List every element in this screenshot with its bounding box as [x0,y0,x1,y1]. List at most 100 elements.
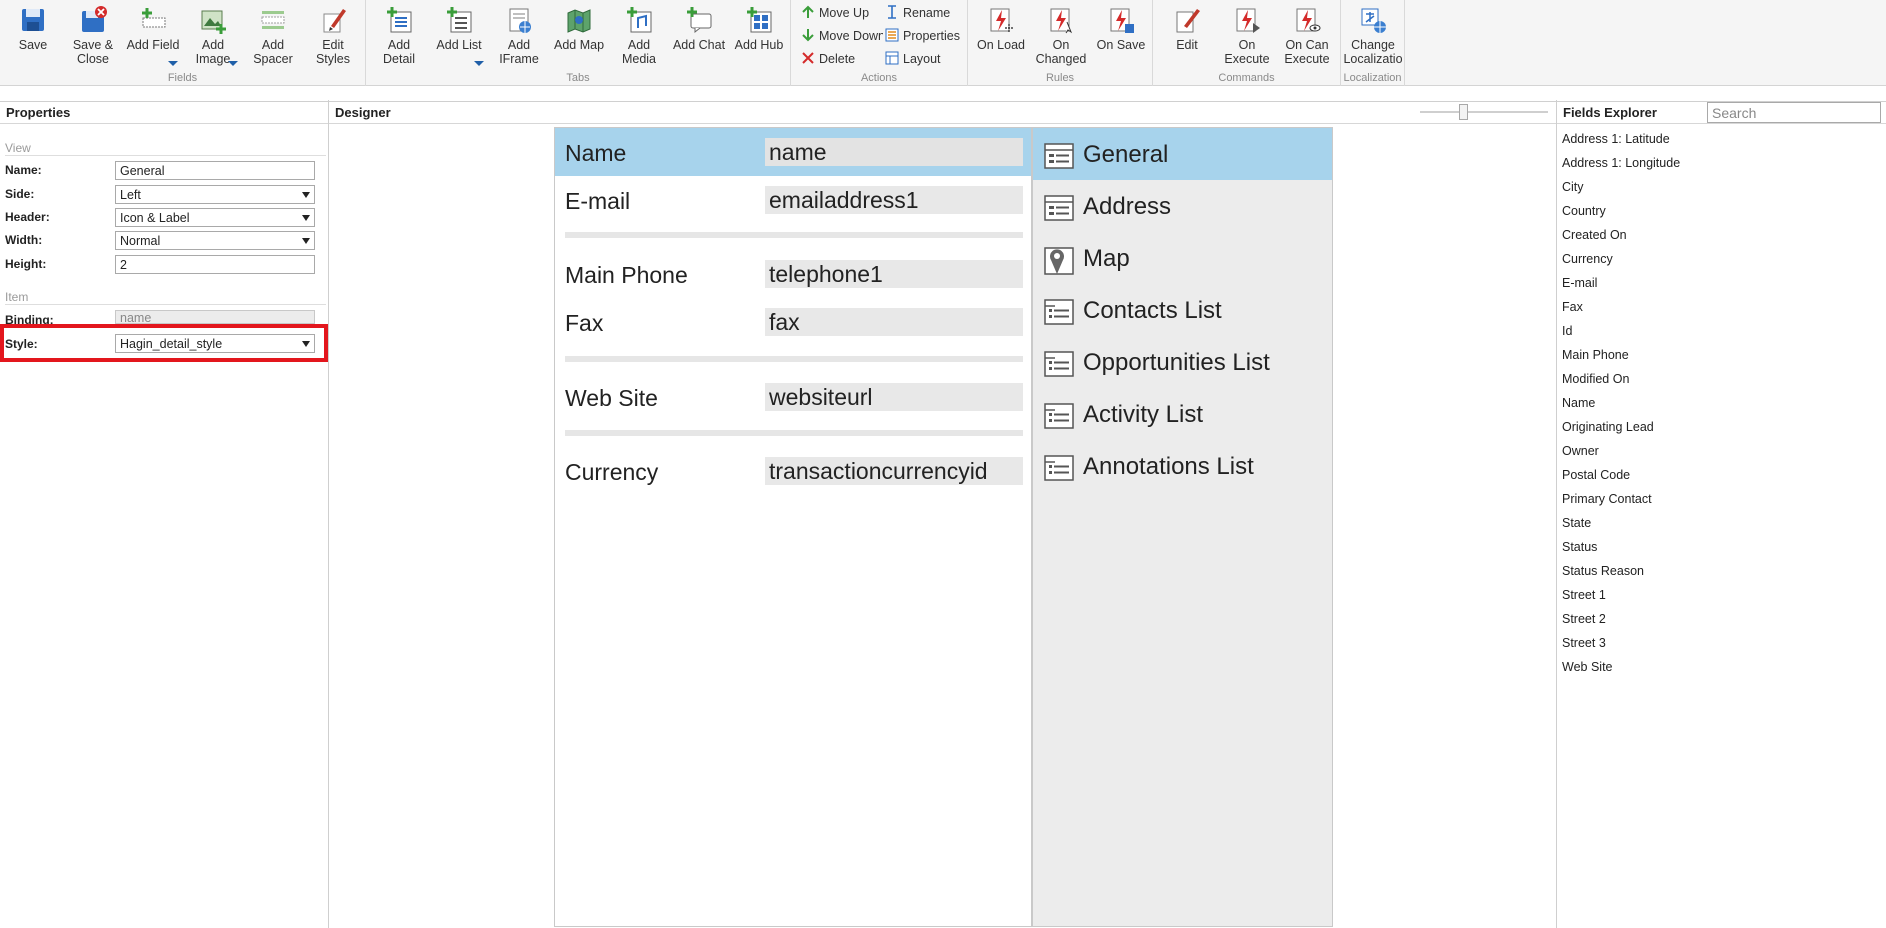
ribbon-toolbar: Save Save & Close Add Field Add Image Ad… [0,0,1886,86]
spacer-separator[interactable] [565,430,1023,436]
field-binding-value: telephone1 [765,260,1023,288]
field-list-item[interactable]: Postal Code [1562,468,1630,482]
binding-input: name [115,310,315,324]
tab-address[interactable]: Address [1033,180,1332,232]
field-list-item[interactable]: E-mail [1562,276,1597,290]
add-field-button[interactable]: Add Field [123,4,183,52]
on-changed-button[interactable]: On Changed [1031,4,1091,66]
move-up-button[interactable]: Move Up [801,3,883,23]
field-row-currency[interactable]: Currency transactioncurrencyid [555,447,1031,495]
field-list-item[interactable]: Address 1: Longitude [1562,156,1680,170]
tab-general[interactable]: General [1033,128,1332,180]
properties-header: Properties [0,102,328,124]
change-localization-button[interactable]: Change Localizatio [1343,4,1403,66]
fields-group-label: Fields [167,72,198,84]
field-row-main-phone[interactable]: Main Phone telephone1 [555,250,1031,298]
tab-map[interactable]: Map [1033,232,1332,284]
field-list-item[interactable]: City [1562,180,1584,194]
field-list-item[interactable]: State [1562,516,1591,530]
header-select[interactable]: Icon & Label [115,208,315,227]
field-row-fax[interactable]: Fax fax [555,298,1031,346]
zoom-slider-thumb[interactable] [1459,104,1468,120]
save-button[interactable]: Save [3,4,63,52]
field-row-email[interactable]: E-mail emailaddress1 [555,176,1031,224]
field-row-web-site[interactable]: Web Site websiteurl [555,373,1031,421]
add-media-button[interactable]: Add Media [609,4,669,66]
field-list-item[interactable]: Originating Lead [1562,420,1654,434]
on-load-button[interactable]: On Load [971,4,1031,52]
add-list-dropdown-icon[interactable] [474,61,484,66]
detail-icon [1044,143,1074,169]
field-label: Web Site [565,385,658,411]
add-detail-button[interactable]: Add Detail [369,4,429,66]
tab-opportunities-list[interactable]: Opportunities List [1033,336,1332,388]
arrow-up-icon [802,5,814,18]
add-chat-button[interactable]: Add Chat [669,4,729,52]
field-list-item[interactable]: Currency [1562,252,1613,266]
field-list-item[interactable]: Id [1562,324,1572,338]
width-label: Width: [5,233,43,247]
edit-styles-button[interactable]: Edit Styles [303,4,363,66]
add-spacer-button[interactable]: Add Spacer [243,4,303,66]
field-list-item[interactable]: Primary Contact [1562,492,1652,506]
tab-activity-list[interactable]: Activity List [1033,388,1332,440]
move-down-button[interactable]: Move Down [801,26,883,46]
add-hub-button[interactable]: Add Hub [729,4,789,52]
height-input[interactable]: 2 [115,255,315,274]
spacer-separator[interactable] [565,356,1023,362]
field-list-item[interactable]: Status [1562,540,1597,554]
field-list-item[interactable]: Fax [1562,300,1583,314]
edit-command-button[interactable]: Edit [1157,4,1217,52]
rename-button[interactable]: Rename [885,3,967,23]
add-field-dropdown-icon[interactable] [168,61,178,66]
add-list-button[interactable]: Add List [429,4,489,52]
field-list-item[interactable]: Modified On [1562,372,1629,386]
field-list-item[interactable]: Address 1: Latitude [1562,132,1670,146]
on-save-icon [1110,8,1134,33]
layout-button[interactable]: Layout [885,49,967,69]
field-list-item[interactable]: Country [1562,204,1606,218]
add-detail-icon [387,7,412,33]
add-image-dropdown-icon[interactable] [228,61,238,66]
detail-icon [1044,195,1074,221]
width-select[interactable]: Normal [115,231,315,250]
field-binding-value: websiteurl [765,383,1023,411]
field-list-item[interactable]: Street 2 [1562,612,1606,626]
tab-contacts-list[interactable]: Contacts List [1033,284,1332,336]
delete-x-icon [802,52,814,64]
field-binding-value: transactioncurrencyid [765,457,1023,485]
zoom-slider-track[interactable] [1420,111,1548,113]
style-select[interactable]: Hagin_detail_style [115,334,315,353]
name-input[interactable]: General [115,161,315,180]
tab-annotations-list[interactable]: Annotations List [1033,440,1332,492]
fields-explorer-divider[interactable] [1556,100,1557,928]
delete-button[interactable]: Delete [801,49,883,69]
field-list-item[interactable]: Status Reason [1562,564,1644,578]
add-media-icon [627,7,652,33]
on-execute-button[interactable]: On Execute [1217,4,1277,66]
field-list-item[interactable]: Street 3 [1562,636,1606,650]
spacer-separator[interactable] [565,232,1023,238]
add-iframe-button[interactable]: Add IFrame [489,4,549,66]
list-icon [1044,403,1074,429]
add-map-button[interactable]: Add Map [549,4,609,52]
commands-group: Edit On Execute On Can Execute Commands [1153,0,1341,86]
field-list-item[interactable]: Street 1 [1562,588,1606,602]
localization-icon [1361,8,1386,33]
properties-divider[interactable] [328,100,329,928]
properties-button[interactable]: Properties [885,26,967,46]
header-label: Header: [5,210,50,224]
field-list-item[interactable]: Web Site [1562,660,1613,674]
add-image-button[interactable]: Add Image [183,4,243,66]
side-select[interactable]: Left [115,185,315,204]
field-list-item[interactable]: Created On [1562,228,1627,242]
on-can-execute-button[interactable]: On Can Execute [1277,4,1337,66]
field-row-name[interactable]: Name name [555,128,1031,176]
fields-search-input[interactable] [1707,102,1881,123]
field-list-item[interactable]: Name [1562,396,1595,410]
save-close-button[interactable]: Save & Close [63,4,123,66]
field-list-item[interactable]: Main Phone [1562,348,1629,362]
field-list-item[interactable]: Owner [1562,444,1599,458]
on-save-button[interactable]: On Save [1091,4,1151,52]
list-icon [1044,351,1074,377]
